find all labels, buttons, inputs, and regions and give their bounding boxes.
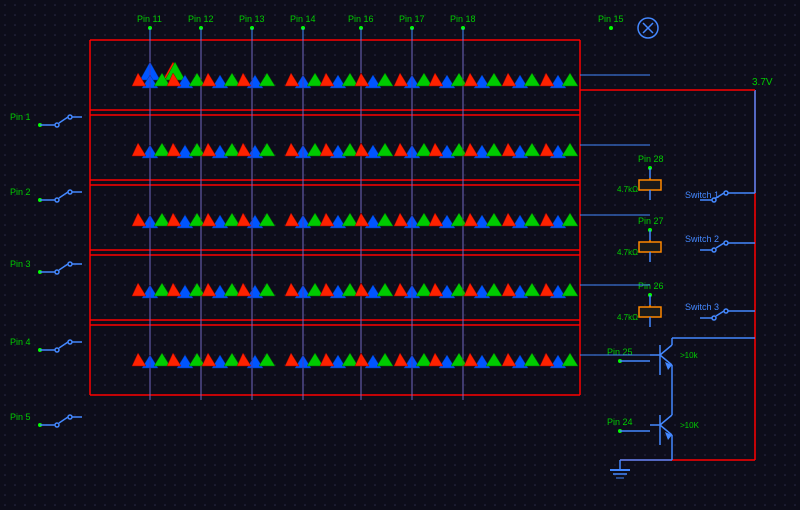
resistor-3-label: 4.7kΩ [617,313,638,322]
resistor-1-label: 4.7kΩ [617,185,638,194]
pin-12-label: Pin 12 [188,14,214,24]
pin-14-label: Pin 14 [290,14,316,24]
pin-15-label: Pin 15 [598,14,624,24]
pin-13-label: Pin 13 [239,14,265,24]
pin-3-label: Pin 3 [10,259,31,269]
voltage-label: 3.7V [752,77,773,88]
pin-5-label: Pin 5 [10,412,31,422]
transistor-1-label: >10k [680,351,699,360]
pin-16-label: Pin 16 [348,14,374,24]
pin-2-label: Pin 2 [10,187,31,197]
pin-27-label: Pin 27 [638,216,664,226]
resistor-2-label: 4.7kΩ [617,248,638,257]
pin-4-label: Pin 4 [10,337,31,347]
pin-17-label: Pin 17 [399,14,425,24]
transistor-2-label: >10K [680,421,700,430]
switch-2-label[interactable]: Switch 2 [685,234,719,244]
circuit-diagram: Pin 11 Pin 12 Pin 13 Pin 14 Pin 16 Pin 1… [0,0,800,510]
pin-28-label: Pin 28 [638,154,664,164]
pin-18-label: Pin 18 [450,14,476,24]
pin-1-label: Pin 1 [10,112,31,122]
switch-3-label: Switch 3 [685,302,719,312]
pin-26-label: Pin 26 [638,281,664,291]
pin-11-label: Pin 11 [137,14,162,24]
pin-24-label: Pin 24 [607,417,633,427]
